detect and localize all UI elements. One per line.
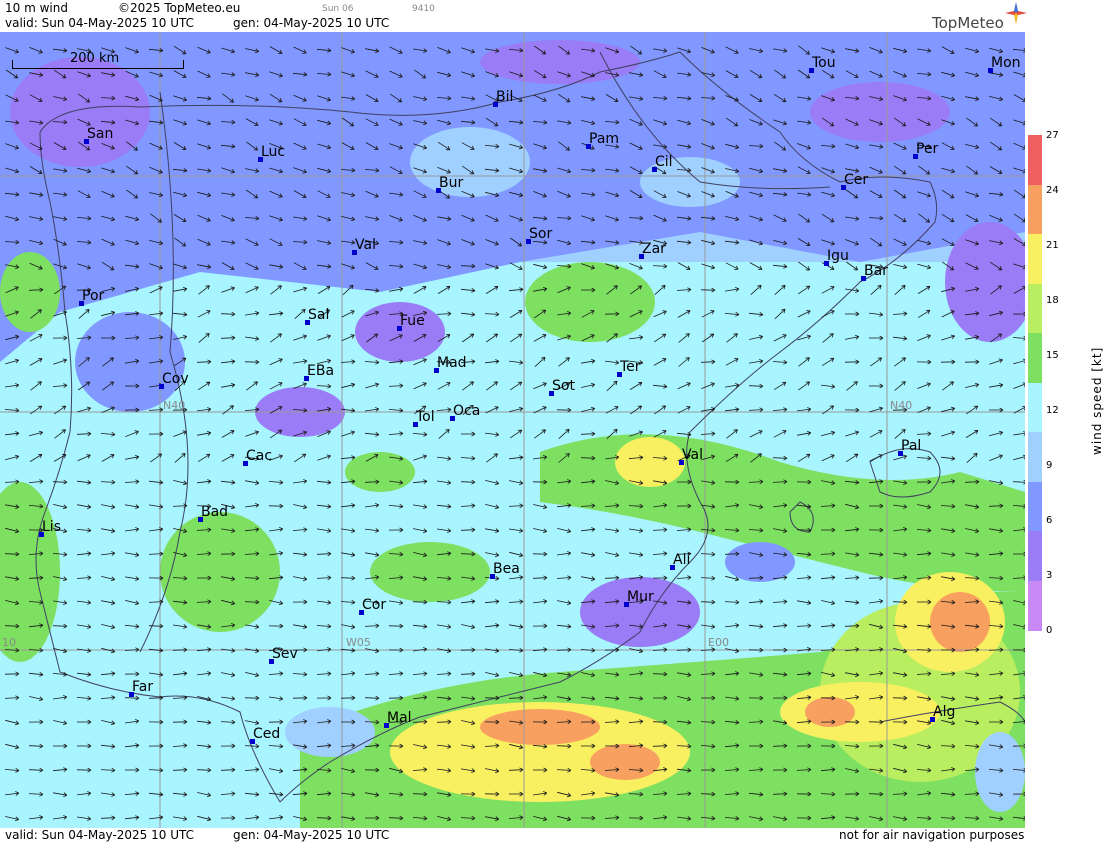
legend-color-band — [1028, 382, 1042, 433]
legend-tick: 9 — [1046, 460, 1053, 471]
grid-label-e00: E00 — [708, 636, 729, 649]
legend-color-band — [1028, 135, 1042, 185]
footer-generated-time: gen: 04-May-2025 10 UTC — [233, 828, 390, 842]
generated-time: gen: 04-May-2025 10 UTC — [233, 16, 390, 30]
legend-color-band — [1028, 234, 1042, 284]
valid-time: valid: Sun 04-May-2025 10 UTC — [5, 16, 194, 30]
legend-unit-label: wind speed [kt] — [1090, 346, 1104, 455]
copyright-text: ©2025 TopMeteo.eu — [118, 1, 241, 15]
small-day-text: Sun 06 — [322, 4, 354, 14]
legend-tick: 21 — [1046, 240, 1059, 251]
grid-label-w10: 10 — [2, 636, 16, 649]
legend-tick: 3 — [1046, 570, 1053, 581]
legend-color-band — [1028, 432, 1042, 482]
legend-color-band — [1028, 333, 1042, 383]
legend-color-band — [1028, 184, 1042, 235]
legend-color-band — [1028, 283, 1042, 334]
compass-star-icon — [1005, 2, 1027, 24]
footer-disclaimer: not for air navigation purposes — [839, 828, 1025, 842]
grid-label-n40-right: N40 — [890, 399, 913, 412]
product-title: 10 m wind — [5, 1, 68, 15]
legend-tick: 6 — [1046, 515, 1053, 526]
footer-valid-time: valid: Sun 04-May-2025 10 UTC — [5, 828, 194, 842]
legend-color-band — [1028, 481, 1042, 532]
grid-label-w05: W05 — [346, 636, 371, 649]
topmeteo-logo: TopMeteo — [932, 14, 1004, 32]
small-code-text: 9410 — [412, 4, 435, 14]
scale-bar-label: 200 km — [70, 51, 120, 66]
legend-tick: 27 — [1046, 130, 1059, 141]
grid-label-n40-left: N40 — [163, 399, 186, 412]
legend-color-band — [1028, 531, 1042, 581]
legend-tick: 24 — [1046, 185, 1059, 196]
legend-tick: 15 — [1046, 350, 1059, 361]
legend-tick: 0 — [1046, 625, 1053, 636]
wind-speed-map — [0, 32, 1025, 828]
legend-color-band — [1028, 580, 1042, 631]
legend-tick: 18 — [1046, 295, 1059, 306]
legend-tick: 12 — [1046, 405, 1059, 416]
wind-speed-legend — [1028, 135, 1042, 631]
